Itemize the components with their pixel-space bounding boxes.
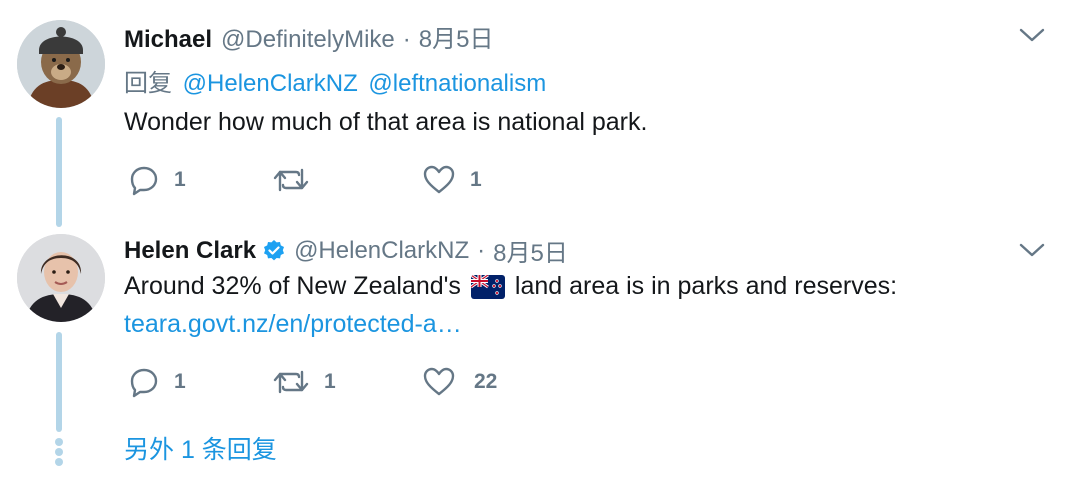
tweet-text-part: Around 32% of New Zealand's	[124, 272, 461, 300]
author-name[interactable]: Michael	[124, 26, 212, 54]
tweet-menu-button[interactable]	[1018, 242, 1046, 263]
tweet-date[interactable]: 8月5日	[493, 233, 568, 268]
heart-icon	[423, 165, 455, 194]
more-replies-link[interactable]: 另外 1 条回复	[124, 430, 277, 466]
avatar-helen-clark[interactable]	[17, 234, 105, 322]
tweet-text-part: land area is in parks and reserves:	[514, 272, 898, 300]
like-button[interactable]: 1	[422, 160, 482, 200]
new-zealand-flag-icon	[470, 274, 505, 299]
thread-line	[56, 332, 62, 432]
retweet-count: 1	[324, 370, 336, 393]
tweet-link[interactable]: teara.govt.nz/en/protected-a…	[124, 310, 462, 339]
retweet-button[interactable]: 1	[272, 362, 336, 402]
avatar-michael[interactable]	[17, 20, 105, 108]
mention-link[interactable]: @leftnationalism	[368, 70, 546, 97]
chevron-down-icon	[1019, 243, 1045, 257]
tweet1-header: Michael @DefinitelyMike · 8月5日	[124, 19, 493, 54]
retweet-button[interactable]	[272, 160, 324, 200]
mention-link[interactable]: @HelenClarkNZ	[183, 70, 358, 97]
bear-avatar-icon	[17, 20, 105, 108]
chevron-down-icon	[1019, 28, 1045, 42]
reply-prefix: 回复	[124, 70, 172, 97]
author-handle[interactable]: @DefinitelyMike	[221, 26, 395, 54]
person-avatar-icon	[17, 234, 105, 322]
like-count: 1	[470, 168, 482, 191]
tweet-text: Around 32% of New Zealand's land area is…	[124, 272, 897, 301]
reply-to-line: 回复 @HelenClarkNZ @leftnationalism	[124, 63, 546, 98]
reply-icon	[130, 368, 158, 398]
author-name[interactable]: Helen Clark	[124, 237, 256, 265]
tweet2-header: Helen Clark @HelenClarkNZ · 8月5日	[124, 233, 568, 268]
reply-count: 1	[174, 370, 186, 393]
verified-badge-icon	[264, 239, 285, 260]
thread-dot	[55, 458, 63, 466]
separator: ·	[477, 236, 486, 264]
thread-dot	[55, 448, 63, 456]
like-count: 22	[474, 370, 498, 393]
heart-icon	[423, 367, 455, 396]
retweet-icon	[273, 370, 309, 394]
reply-count: 1	[174, 168, 186, 191]
retweet-icon	[273, 168, 309, 192]
thread-dot	[55, 438, 63, 446]
like-button[interactable]: 22	[422, 362, 497, 402]
reply-icon	[130, 166, 158, 196]
thread-line	[56, 117, 62, 227]
tweet-text: Wonder how much of that area is national…	[124, 108, 648, 136]
reply-button[interactable]: 1	[128, 362, 186, 402]
tweet-menu-button[interactable]	[1018, 27, 1046, 48]
tweet-date[interactable]: 8月5日	[419, 19, 494, 54]
reply-button[interactable]: 1	[128, 160, 186, 200]
separator: ·	[402, 26, 411, 53]
author-handle[interactable]: @HelenClarkNZ	[294, 237, 469, 265]
